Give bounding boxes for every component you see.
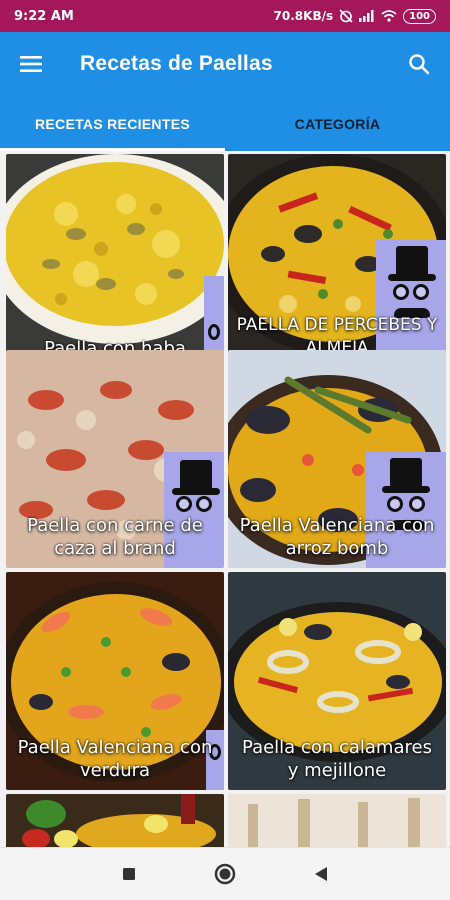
system-nav-bar — [0, 847, 450, 900]
recipe-card[interactable]: Paella con calamares y mejillone — [228, 572, 446, 790]
recipe-grid: Paella con haba PAELLA DE PERCEBES Y ALM… — [0, 151, 450, 847]
recipe-card[interactable]: Paella Valenciana con verdura — [6, 572, 224, 790]
recipe-card[interactable] — [228, 794, 446, 847]
search-icon[interactable] — [408, 53, 430, 75]
recipe-image — [228, 794, 446, 847]
alarm-off-icon — [339, 9, 353, 23]
app-bar: Recetas de Paellas — [0, 32, 450, 96]
status-time: 9:22 AM — [14, 8, 74, 24]
battery-indicator: 100 — [403, 8, 436, 24]
recipe-card[interactable]: PAELLA DE PERCEBES Y ALMEJA — [228, 154, 446, 368]
recipe-title: Paella con calamares y mejillone — [242, 737, 432, 781]
signal-icon — [359, 10, 374, 22]
wifi-icon — [381, 10, 397, 22]
status-indicators: 70.8KB/s 100 — [273, 8, 436, 24]
hamburger-menu-icon[interactable] — [20, 56, 42, 72]
tab-bar: RECETAS RECIENTES CATEGORÍA — [0, 96, 450, 151]
tab-categoria[interactable]: CATEGORÍA — [225, 96, 450, 151]
square-icon[interactable] — [122, 867, 136, 881]
recipe-card[interactable]: Paella con carne de caza al brand — [6, 350, 224, 568]
circle-icon[interactable] — [214, 863, 236, 885]
recipe-image — [6, 794, 224, 847]
recipe-title: Paella Valenciana con verdura — [17, 737, 213, 781]
app-title: Recetas de Paellas — [80, 52, 273, 75]
back-triangle-icon[interactable] — [314, 866, 328, 882]
recipe-image — [6, 154, 224, 368]
status-bar: 9:22 AM 70.8KB/s 100 — [0, 0, 450, 32]
recipe-card[interactable] — [6, 794, 224, 847]
recipe-title: Paella con carne de caza al brand — [27, 515, 203, 559]
recipe-card[interactable]: Paella con haba — [6, 154, 224, 368]
tab-recetas-recientes[interactable]: RECETAS RECIENTES — [0, 96, 225, 151]
network-speed: 70.8KB/s — [273, 9, 334, 23]
recipe-card[interactable]: Paella Valenciana con arroz bomb — [228, 350, 446, 568]
recipe-title: Paella Valenciana con arroz bomb — [239, 515, 435, 559]
